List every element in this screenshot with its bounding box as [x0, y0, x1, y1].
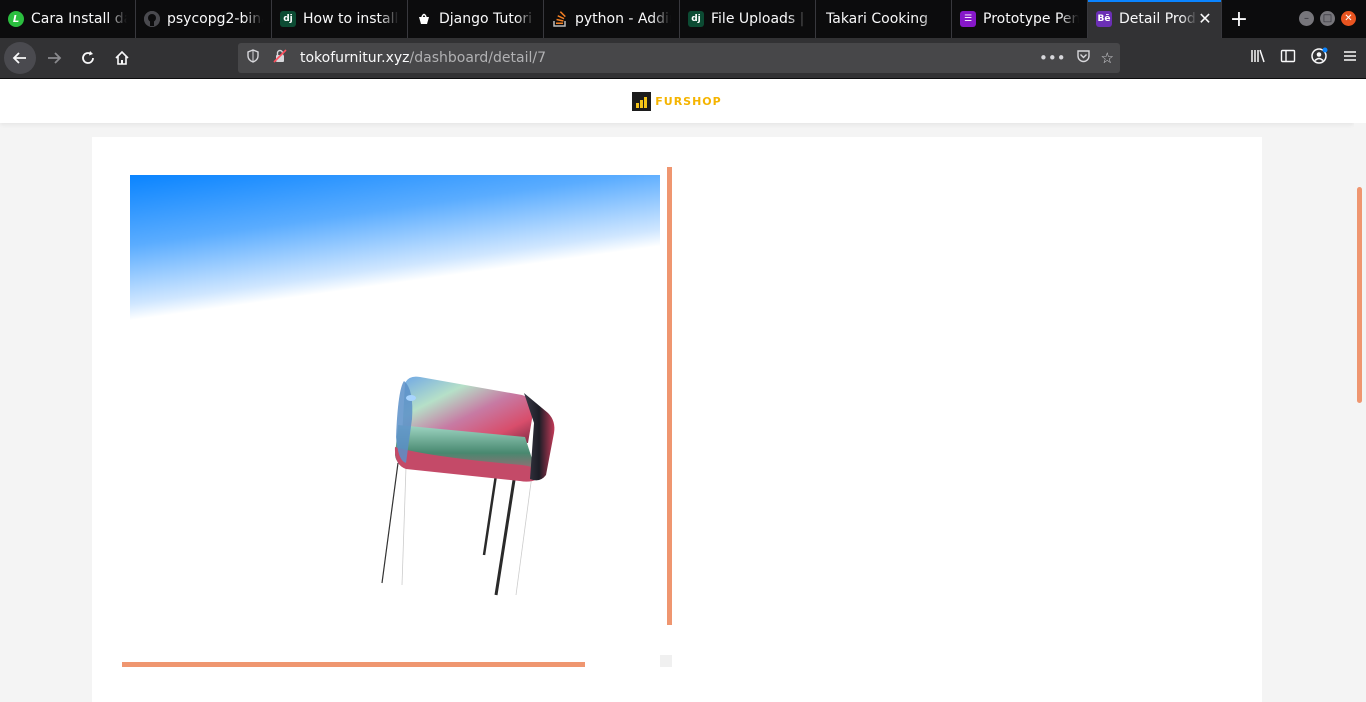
tab-takari-cooking[interactable]: Takari Cooking: [816, 0, 952, 38]
logo-text: FURSHOP: [655, 94, 722, 108]
url-text[interactable]: tokofurnitur.xyz/dashboard/detail/7: [300, 50, 546, 66]
tab-detail-product[interactable]: Bē Detail Prod ✕: [1088, 0, 1222, 38]
toolbar-right: [1250, 38, 1358, 78]
tab-title: Detail Prod: [1119, 11, 1196, 27]
close-window-icon[interactable]: ✕: [1341, 11, 1356, 26]
url-host: tokofurnitur.xyz: [300, 50, 410, 66]
account-icon[interactable]: [1310, 47, 1328, 69]
reload-button[interactable]: [72, 42, 104, 74]
logo-bars-icon: [632, 91, 652, 111]
django-icon: dj: [688, 11, 704, 27]
close-tab-icon[interactable]: ✕: [1197, 11, 1213, 27]
tab-title: Cara Install da: [31, 11, 127, 27]
reload-icon: [82, 51, 94, 64]
tab-title: File Uploads |: [711, 11, 805, 27]
new-tab-button[interactable]: +: [1222, 0, 1256, 38]
page-actions-icon[interactable]: •••: [1039, 49, 1066, 68]
home-icon: [115, 50, 129, 65]
tab-file-uploads[interactable]: dj File Uploads |: [680, 0, 816, 38]
site-logo[interactable]: FURSHOP: [632, 91, 722, 111]
pocket-icon[interactable]: [1076, 49, 1091, 68]
shop-bag-icon: [416, 11, 432, 27]
tab-title: python - Addin: [575, 11, 671, 27]
insecure-lock-icon[interactable]: [268, 49, 292, 67]
sofa-illustration: [381, 376, 555, 596]
tab-psycopg2[interactable]: psycopg2-bina: [136, 0, 272, 38]
django-icon: dj: [280, 11, 296, 27]
arrow-left-icon: [12, 52, 26, 64]
hamburger-menu-icon[interactable]: [1342, 48, 1358, 68]
window-controls: – □ ✕: [1299, 11, 1356, 26]
tab-django-tutorial[interactable]: Django Tutori: [408, 0, 544, 38]
product-image: [130, 175, 660, 655]
tab-python-adding[interactable]: python - Addin: [544, 0, 680, 38]
image-scroll-corner: [660, 655, 672, 667]
tab-title: Django Tutori: [439, 11, 533, 27]
library-icon[interactable]: [1250, 48, 1266, 68]
address-bar[interactable]: tokofurnitur.xyz/dashboard/detail/7 ••• …: [238, 43, 1120, 73]
address-bar-actions: ••• ☆: [1039, 49, 1114, 68]
product-detail-card: [92, 137, 1262, 702]
tab-title: Takari Cooking: [826, 11, 929, 27]
home-button[interactable]: [106, 42, 138, 74]
letter-l-icon: L: [8, 11, 24, 27]
sidebar-icon[interactable]: [1280, 48, 1296, 68]
page-scrollbar[interactable]: [1354, 123, 1366, 702]
arrow-right-icon: [48, 52, 62, 64]
stackoverflow-icon: [552, 11, 568, 27]
page-content: FURSHOP: [0, 79, 1366, 702]
scrollbar-thumb[interactable]: [1357, 187, 1362, 403]
site-header: FURSHOP: [0, 79, 1354, 123]
tab-how-to-install[interactable]: dj How to install: [272, 0, 408, 38]
navigation-toolbar: tokofurnitur.xyz/dashboard/detail/7 ••• …: [0, 38, 1366, 79]
vertical-accent-bar: [667, 167, 672, 625]
behance-icon: Bē: [1096, 11, 1112, 27]
minimize-icon[interactable]: –: [1299, 11, 1314, 26]
scrollbar-top: [1354, 79, 1366, 123]
tab-title: psycopg2-bina: [167, 11, 263, 27]
forward-button[interactable]: [38, 42, 70, 74]
tab-prototype-pen[interactable]: ☰ Prototype Pen: [952, 0, 1088, 38]
url-path: /dashboard/detail/7: [409, 50, 546, 66]
github-icon: [144, 11, 160, 27]
tab-cara-install[interactable]: L Cara Install da: [0, 0, 136, 38]
maximize-icon[interactable]: □: [1320, 11, 1335, 26]
horizontal-accent-bar: [122, 662, 585, 667]
tracking-shield-icon[interactable]: [238, 49, 268, 67]
tab-title: Prototype Pen: [983, 11, 1079, 27]
tab-title: How to install: [303, 11, 399, 27]
back-button[interactable]: [4, 42, 36, 74]
list-icon: ☰: [960, 11, 976, 27]
tab-strip: L Cara Install da psycopg2-bina dj How t…: [0, 0, 1366, 38]
bookmark-star-icon[interactable]: ☆: [1101, 49, 1114, 68]
